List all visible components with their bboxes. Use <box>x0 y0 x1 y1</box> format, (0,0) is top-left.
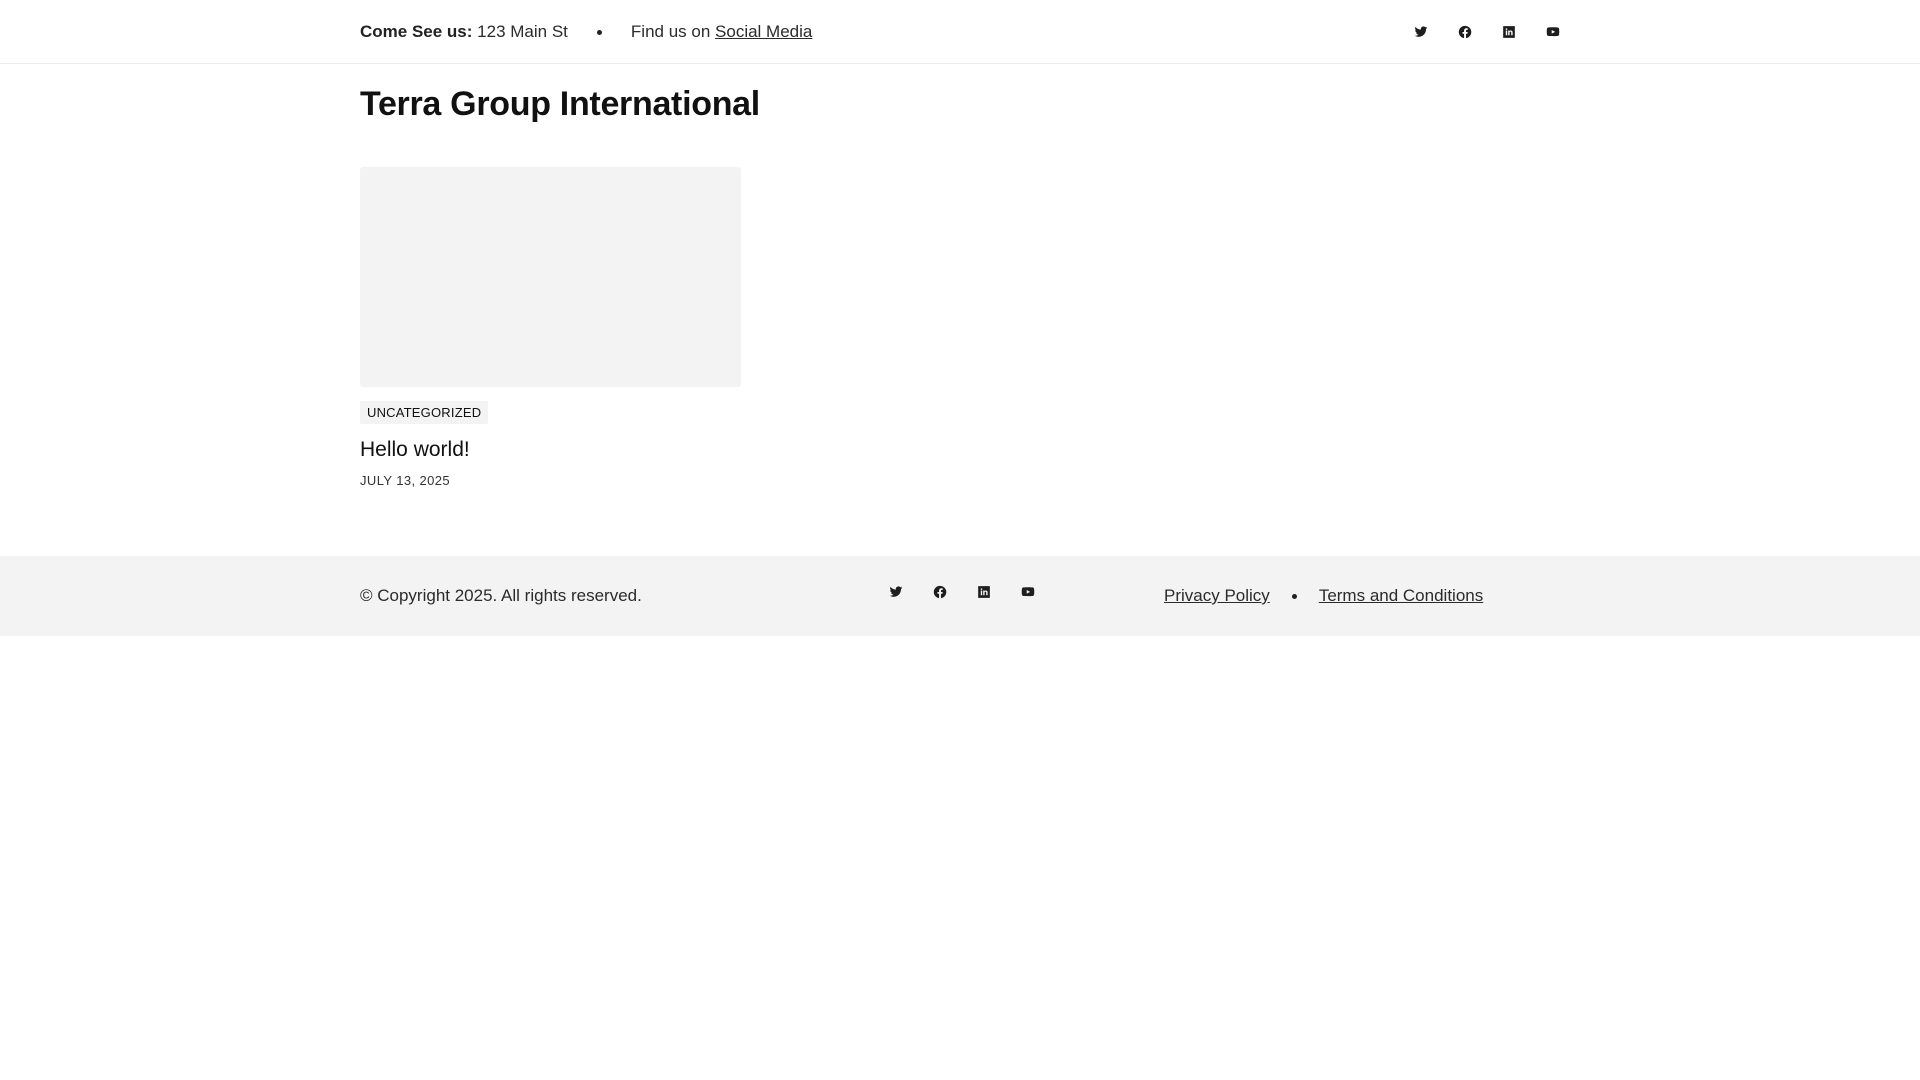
linkedin-icon[interactable] <box>1495 18 1523 46</box>
post-title[interactable]: Hello world! <box>360 436 741 463</box>
separator-dot <box>1291 593 1297 599</box>
social-media-link[interactable]: Social Media <box>715 22 812 42</box>
copyright-text: © Copyright 2025. All rights reserved. <box>360 586 642 605</box>
twitter-icon[interactable] <box>1407 18 1435 46</box>
main-content: Terra Group International UNCATEGORIZED … <box>360 84 1560 488</box>
post-thumbnail[interactable] <box>360 166 741 387</box>
linkedin-icon[interactable] <box>970 578 998 606</box>
separator-dot <box>596 29 602 35</box>
post-date: JULY 13, 2025 <box>360 473 451 489</box>
privacy-policy-link[interactable]: Privacy Policy <box>1164 586 1270 606</box>
terms-link[interactable]: Terms and Conditions <box>1319 586 1483 606</box>
top-bar-info: Come See us: 123 Main St Find us on Soci… <box>360 22 812 42</box>
top-bar: Come See us: 123 Main St Find us on Soci… <box>0 0 1920 64</box>
footer-social-links <box>866 578 1042 606</box>
twitter-icon[interactable] <box>882 578 910 606</box>
facebook-icon[interactable] <box>926 578 954 606</box>
youtube-icon[interactable] <box>1014 578 1042 606</box>
post-card: UNCATEGORIZED Hello world! JULY 13, 2025 <box>360 166 741 489</box>
address-value: 123 Main St <box>477 22 568 41</box>
site-footer: © Copyright 2025. All rights reserved. P… <box>0 556 1920 636</box>
footer-links: Privacy Policy Terms and Conditions <box>1164 586 1483 606</box>
post-category-badge[interactable]: UNCATEGORIZED <box>360 400 489 424</box>
youtube-icon[interactable] <box>1539 18 1567 46</box>
header-social-links <box>1391 18 1567 46</box>
address-label: Come See us: <box>360 22 473 41</box>
find-us-prefix: Find us on <box>630 22 711 41</box>
site-title[interactable]: Terra Group International <box>360 84 1560 125</box>
facebook-icon[interactable] <box>1451 18 1479 46</box>
